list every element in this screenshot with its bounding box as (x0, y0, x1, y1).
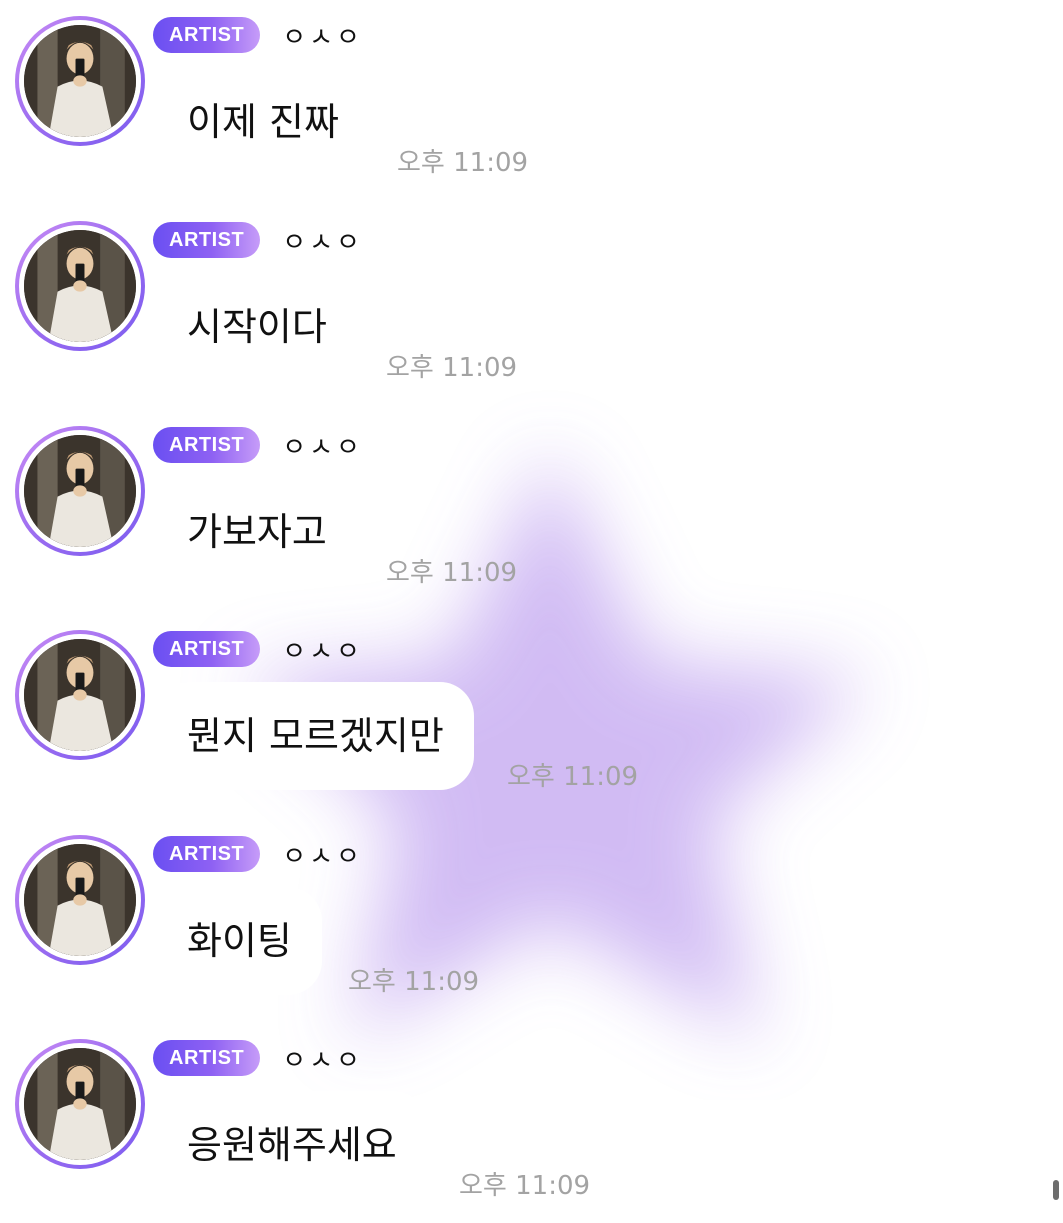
message-bubble[interactable]: 이제 진짜 (157, 68, 369, 176)
message-header: ARTIST ㅇㅅㅇ (153, 222, 363, 258)
sender-name[interactable]: ㅇㅅㅇ (282, 1040, 363, 1077)
artist-badge: ARTIST (153, 17, 261, 53)
chat-list: ARTIST ㅇㅅㅇ 이제 진짜 오후 11:09 ARTIST ㅇㅅㅇ 시작이… (0, 0, 1063, 1201)
profile-photo-icon (24, 230, 136, 342)
artist-badge: ARTIST (153, 1040, 261, 1076)
avatar[interactable] (15, 835, 145, 965)
message-row: ARTIST ㅇㅅㅇ 가보자고 오후 11:09 (0, 410, 1063, 610)
message-timestamp: 오후 11:09 (397, 148, 529, 178)
artist-badge: ARTIST (153, 631, 261, 667)
message-timestamp: 오후 11:09 (386, 353, 518, 383)
message-header: ARTIST ㅇㅅㅇ (153, 631, 363, 667)
message-bubble[interactable]: 화이팅 (157, 887, 322, 995)
avatar[interactable] (15, 1039, 145, 1169)
message-header: ARTIST ㅇㅅㅇ (153, 1040, 363, 1076)
message-header: ARTIST ㅇㅅㅇ (153, 427, 363, 463)
profile-photo-icon (24, 844, 136, 956)
avatar[interactable] (15, 16, 145, 146)
avatar[interactable] (15, 221, 145, 351)
sender-name[interactable]: ㅇㅅㅇ (282, 427, 363, 464)
artist-badge: ARTIST (153, 427, 261, 463)
message-bubble[interactable]: 뭔지 모르겠지만 (157, 682, 474, 790)
message-bubble[interactable]: 가보자고 (157, 478, 357, 586)
sender-name[interactable]: ㅇㅅㅇ (282, 836, 363, 873)
profile-photo-icon (24, 639, 136, 751)
message-row: ARTIST ㅇㅅㅇ 이제 진짜 오후 11:09 (0, 0, 1063, 200)
profile-photo-icon (24, 435, 136, 547)
message-timestamp: 오후 11:09 (507, 762, 639, 792)
message-row: ARTIST ㅇㅅㅇ 응원해주세요 오후 11:09 (0, 1023, 1063, 1223)
message-header: ARTIST ㅇㅅㅇ (153, 836, 363, 872)
profile-photo-icon (24, 25, 136, 137)
sender-name[interactable]: ㅇㅅㅇ (282, 222, 363, 259)
artist-badge: ARTIST (153, 222, 261, 258)
message-timestamp: 오후 11:09 (459, 1171, 591, 1201)
message-timestamp: 오후 11:09 (386, 558, 518, 588)
message-row: ARTIST ㅇㅅㅇ 시작이다 오후 11:09 (0, 205, 1063, 405)
message-header: ARTIST ㅇㅅㅇ (153, 17, 363, 53)
scrollbar-thumb[interactable] (1053, 1180, 1059, 1200)
message-bubble[interactable]: 응원해주세요 (157, 1091, 427, 1199)
message-timestamp: 오후 11:09 (348, 967, 480, 997)
profile-photo-icon (24, 1048, 136, 1160)
avatar[interactable] (15, 426, 145, 556)
sender-name[interactable]: ㅇㅅㅇ (282, 17, 363, 54)
message-row: ARTIST ㅇㅅㅇ 뭔지 모르겠지만 오후 11:09 (0, 614, 1063, 814)
message-row: ARTIST ㅇㅅㅇ 화이팅 오후 11:09 (0, 819, 1063, 1019)
avatar[interactable] (15, 630, 145, 760)
artist-badge: ARTIST (153, 836, 261, 872)
message-bubble[interactable]: 시작이다 (157, 273, 357, 381)
sender-name[interactable]: ㅇㅅㅇ (282, 631, 363, 668)
